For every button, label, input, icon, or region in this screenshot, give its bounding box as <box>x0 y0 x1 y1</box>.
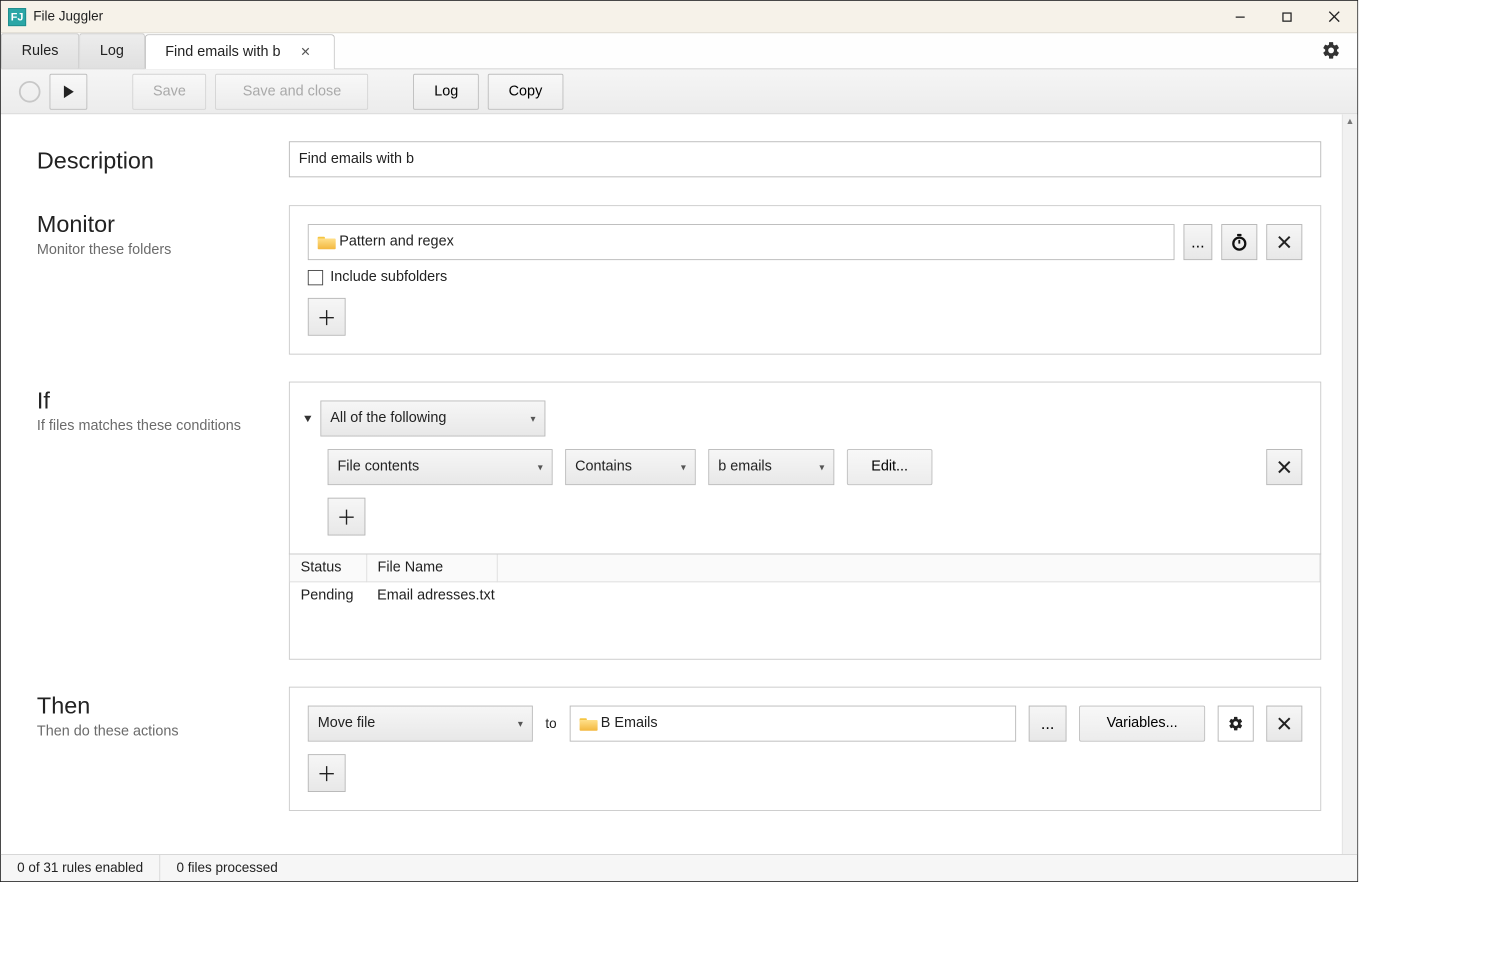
gear-icon <box>1228 716 1244 732</box>
status-rules-enabled: 0 of 31 rules enabled <box>1 855 160 881</box>
log-button[interactable]: Log <box>414 73 479 109</box>
monitor-title: Monitor <box>37 211 271 239</box>
status-bar: 0 of 31 rules enabled 0 files processed <box>1 854 1357 881</box>
description-input[interactable]: Find emails with b <box>289 141 1321 177</box>
include-subfolders-checkbox[interactable]: Include subfolders <box>308 269 1302 285</box>
maximize-button[interactable] <box>1264 0 1311 32</box>
condition-pattern-dropdown[interactable]: b emails ▾ <box>708 449 834 485</box>
scrollbar[interactable]: ▲ <box>1342 114 1357 854</box>
collapse-toggle[interactable] <box>301 414 315 423</box>
tab-label: Find emails with b <box>165 44 280 60</box>
col-status[interactable]: Status <box>290 554 367 581</box>
tab-strip: Rules Log Find emails with b ✕ <box>1 33 1357 69</box>
add-condition-button[interactable]: ＋ <box>328 498 366 536</box>
tab-log[interactable]: Log <box>79 33 144 68</box>
remove-action-button[interactable] <box>1266 706 1302 742</box>
enable-rule-toggle[interactable] <box>19 81 41 103</box>
then-subtitle: Then do these actions <box>37 724 271 740</box>
cell-status: Pending <box>290 582 367 609</box>
minimize-button[interactable] <box>1217 0 1264 32</box>
close-icon <box>1277 716 1291 730</box>
group-mode-dropdown[interactable]: All of the following ▾ <box>320 401 545 437</box>
monitor-section: Monitor Monitor these folders Pattern an… <box>37 205 1321 354</box>
window-title: File Juggler <box>33 9 103 24</box>
scroll-up-icon[interactable]: ▲ <box>1343 114 1357 129</box>
stopwatch-icon <box>1230 233 1248 251</box>
checkbox-icon <box>308 270 323 285</box>
cell-filename: Email adresses.txt <box>366 582 1320 609</box>
to-label: to <box>545 716 556 731</box>
then-panel: Move file ▾ to B Emails ... Variables... <box>289 687 1321 811</box>
app-icon: FJ <box>8 8 26 26</box>
content-area: ▲ Description Find emails with b Monitor… <box>1 114 1357 854</box>
settings-button[interactable] <box>1305 32 1357 68</box>
folder-icon <box>318 235 336 249</box>
if-title: If <box>37 387 271 415</box>
tab-label: Log <box>100 43 124 59</box>
matching-files-table: Status File Name Pending Email adresses.… <box>289 554 1321 660</box>
play-icon <box>62 84 75 98</box>
copy-button[interactable]: Copy <box>488 73 563 109</box>
condition-field-dropdown[interactable]: File contents ▾ <box>328 449 553 485</box>
action-settings-button[interactable] <box>1218 706 1254 742</box>
then-title: Then <box>37 692 271 720</box>
gear-icon <box>1321 41 1341 61</box>
table-header-row: Status File Name <box>290 554 1320 581</box>
close-icon <box>1277 460 1291 474</box>
triangle-down-icon <box>303 414 312 423</box>
tab-rule-editor[interactable]: Find emails with b ✕ <box>145 34 336 69</box>
close-icon <box>1277 235 1291 249</box>
description-section: Description Find emails with b <box>37 141 1321 178</box>
chevron-down-icon: ▾ <box>819 461 824 473</box>
remove-condition-button[interactable] <box>1266 449 1302 485</box>
condition-operator-dropdown[interactable]: Contains ▾ <box>565 449 695 485</box>
close-button[interactable] <box>1310 0 1357 32</box>
table-row[interactable]: Pending Email adresses.txt <box>290 582 1320 609</box>
rule-toolbar: Save Save and close Log Copy <box>1 69 1357 114</box>
then-section: Then Then do these actions Move file ▾ t… <box>37 687 1321 811</box>
tab-rules[interactable]: Rules <box>1 33 79 68</box>
folder-icon <box>579 716 597 730</box>
monitor-folder-input[interactable]: Pattern and regex <box>308 224 1175 260</box>
if-subtitle: If files matches these conditions <box>37 419 271 435</box>
title-bar: FJ File Juggler <box>1 1 1357 33</box>
chevron-down-icon: ▾ <box>538 461 543 473</box>
save-button[interactable]: Save <box>132 73 206 109</box>
save-and-close-button[interactable]: Save and close <box>216 73 369 109</box>
monitor-schedule-button[interactable] <box>1221 224 1257 260</box>
add-monitor-button[interactable]: ＋ <box>308 298 346 336</box>
if-panel: All of the following ▾ File contents ▾ C… <box>289 382 1321 555</box>
monitor-subtitle: Monitor these folders <box>37 242 271 258</box>
add-action-button[interactable]: ＋ <box>308 754 346 792</box>
action-dropdown[interactable]: Move file ▾ <box>308 706 533 742</box>
browse-destination-button[interactable]: ... <box>1029 706 1067 742</box>
chevron-down-icon: ▾ <box>518 718 523 730</box>
variables-button[interactable]: Variables... <box>1079 706 1205 742</box>
col-filename[interactable]: File Name <box>366 554 497 581</box>
status-files-processed: 0 files processed <box>160 855 294 881</box>
tab-label: Rules <box>22 43 59 59</box>
if-section: If If files matches these conditions All… <box>37 382 1321 660</box>
browse-folder-button[interactable]: ... <box>1184 224 1213 260</box>
remove-monitor-button[interactable] <box>1266 224 1302 260</box>
edit-condition-button[interactable]: Edit... <box>847 449 933 485</box>
tab-close-icon[interactable]: ✕ <box>297 42 315 61</box>
chevron-down-icon: ▾ <box>531 413 536 425</box>
chevron-down-icon: ▾ <box>681 461 686 473</box>
monitor-panel: Pattern and regex ... <box>289 205 1321 354</box>
run-button[interactable] <box>50 73 88 109</box>
description-title: Description <box>37 147 271 175</box>
destination-input[interactable]: B Emails <box>569 706 1016 742</box>
